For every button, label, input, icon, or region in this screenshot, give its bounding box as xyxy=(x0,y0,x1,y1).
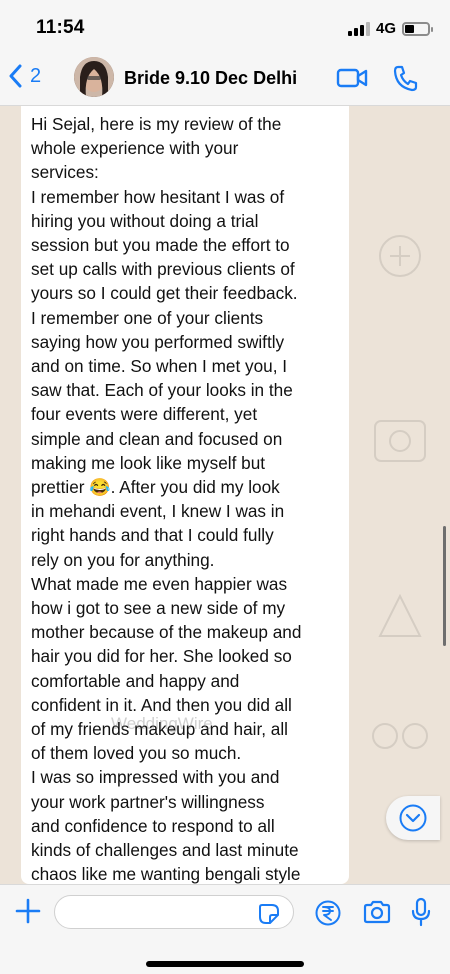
payment-button[interactable] xyxy=(314,899,342,932)
plus-icon xyxy=(15,898,41,924)
message-line: saw that. Each of your looks in the xyxy=(31,380,293,401)
message-line: how i got to see a new side of my xyxy=(31,598,286,619)
rupee-icon xyxy=(315,900,341,926)
message-line: set up calls with previous clients of xyxy=(31,259,295,280)
message-line: four events were different, yet xyxy=(31,404,258,425)
watermark: WeddingWire xyxy=(111,714,213,733)
phone-icon xyxy=(393,65,418,92)
background-doodle-icon xyxy=(378,593,422,637)
message-line: whole experience with your xyxy=(31,138,239,159)
message-line: I remember one of your clients xyxy=(31,307,264,328)
background-doodle-icon xyxy=(374,420,426,462)
message-line: and confidence to respond to all xyxy=(31,815,275,836)
network-type: 4G xyxy=(375,20,396,37)
background-doodle-icon xyxy=(379,235,421,277)
chevron-down-circle-icon xyxy=(399,804,427,832)
battery-icon xyxy=(402,21,433,36)
message-line: I remember how hesitant I was of xyxy=(31,186,285,207)
voice-message-button[interactable] xyxy=(410,897,432,932)
message-line: saying how you performed swiftly xyxy=(31,331,285,352)
video-call-button[interactable] xyxy=(336,66,368,95)
camera-icon xyxy=(363,900,391,924)
message-line: rely on you for anything. xyxy=(31,549,215,570)
sticker-icon xyxy=(259,904,279,924)
message-line: of them loved you so much. xyxy=(31,743,242,764)
message-line: right hands and that I could fully xyxy=(31,525,274,546)
background-doodle-icon xyxy=(372,723,428,749)
message-line: hiring you without doing a trial xyxy=(31,210,259,231)
unread-count: 2 xyxy=(30,64,42,87)
video-camera-icon xyxy=(336,68,368,88)
message-line: services: xyxy=(31,162,99,183)
message-line: kinds of challenges and last minute xyxy=(31,840,299,861)
message-line: session but you made the effort to xyxy=(31,235,290,256)
home-indicator[interactable] xyxy=(146,961,304,967)
chevron-left-icon xyxy=(9,64,22,88)
scrollbar[interactable] xyxy=(443,526,446,646)
message-line: Hi Sejal, here is my review of the xyxy=(31,114,282,134)
message-line: your work partner's willingness xyxy=(31,791,265,812)
avatar[interactable] xyxy=(74,57,114,97)
message-line: What made me even happier was xyxy=(31,573,288,594)
chat-header: 2 Bride 9.10 Dec Delhi xyxy=(0,56,450,106)
chat-title[interactable]: Bride 9.10 Dec Delhi xyxy=(124,68,297,89)
camera-button[interactable] xyxy=(362,899,392,930)
message-line: yours so I could get their feedback. xyxy=(31,283,298,304)
message-line: and on time. So when I met you, I xyxy=(31,356,288,377)
message-line: hair you did for her. She looked so xyxy=(31,646,292,667)
message-line: chaos like me wanting bengali style xyxy=(31,864,301,884)
message-line: in mehandi event, I knew I was in xyxy=(31,501,285,522)
scroll-to-bottom-button[interactable] xyxy=(386,796,440,840)
composer-bar xyxy=(0,884,450,974)
message-line: prettier 😂. After you did my look xyxy=(31,477,280,498)
back-button[interactable]: 2 xyxy=(8,64,41,88)
voice-call-button[interactable] xyxy=(392,64,418,97)
avatar-image xyxy=(74,57,114,97)
message-line: simple and clean and focused on xyxy=(31,428,283,449)
status-indicators: 4G xyxy=(347,20,433,37)
status-bar: 11:54 4G xyxy=(0,0,450,56)
message-line: making me look like myself but xyxy=(31,452,266,473)
attach-button[interactable] xyxy=(14,897,42,930)
message-line: I was so impressed with you and xyxy=(31,767,280,788)
message-line: mother because of the makeup and xyxy=(31,622,302,643)
chat-area[interactable]: Hi Sejal, here is my review of the whole … xyxy=(0,106,450,884)
signal-icon xyxy=(347,21,370,36)
message-bubble[interactable]: Hi Sejal, here is my review of the whole … xyxy=(21,106,349,884)
microphone-icon xyxy=(411,897,431,927)
message-line: comfortable and happy and xyxy=(31,670,240,691)
status-time: 11:54 xyxy=(36,17,85,38)
sticker-button[interactable] xyxy=(258,903,280,930)
